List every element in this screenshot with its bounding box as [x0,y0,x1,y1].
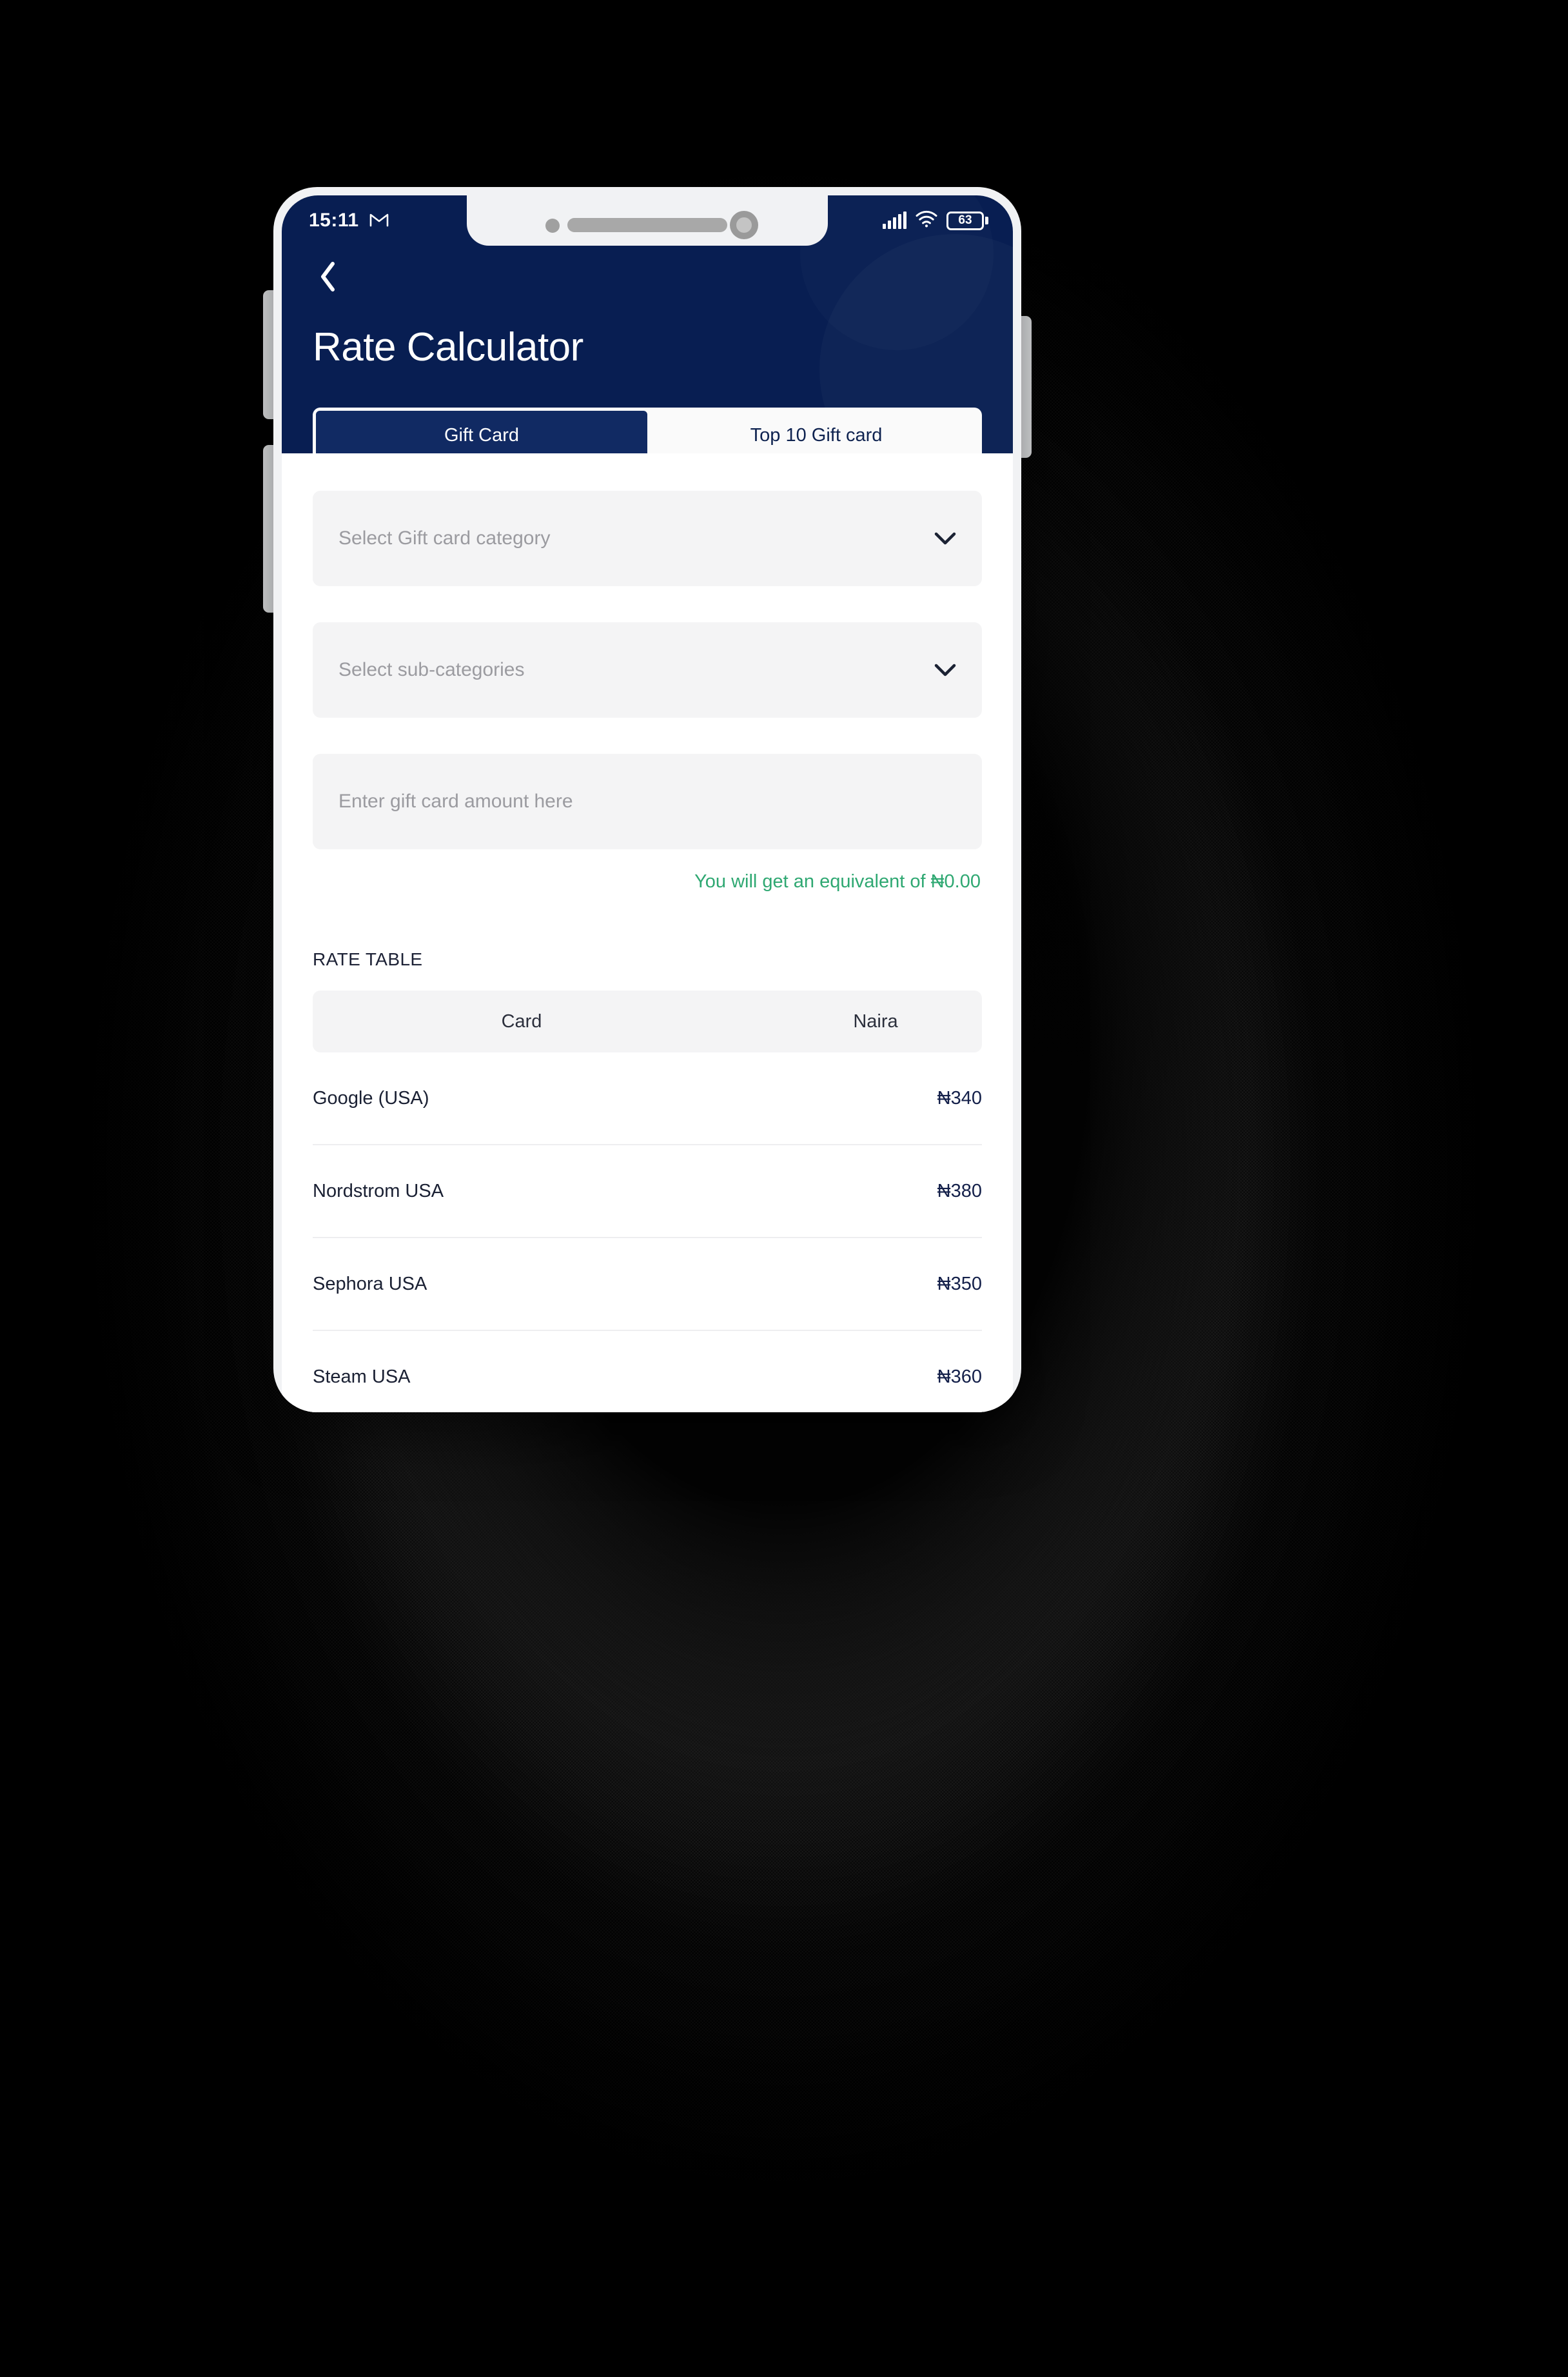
tab-gift-card-label: Gift Card [444,424,520,446]
rate-row-card-name: Google (USA) [313,1087,429,1109]
back-button[interactable] [310,260,346,296]
chevron-down-icon [934,528,956,549]
rate-table-section-label: RATE TABLE [313,949,423,969]
status-bar-right: 63 [883,210,991,231]
rate-row-naira-value: ₦350 [937,1273,982,1294]
earpiece-speaker [567,218,727,232]
table-row[interactable]: Google (USA) ₦340 [313,1052,982,1145]
gift-card-category-select[interactable]: Select Gift card category [313,491,982,586]
rate-row-card-name: Sephora USA [313,1273,427,1294]
rate-row-card-name: Nordstrom USA [313,1180,444,1201]
phone-mockup: 15:11 63 Rate Calculator Gift Card Top 1… [263,187,1032,1412]
gift-card-amount-input[interactable]: Enter gift card amount here [313,754,982,849]
sub-category-select[interactable]: Select sub-categories [313,622,982,718]
rate-row-naira-value: ₦340 [937,1087,982,1109]
equivalent-amount-text: You will get an equivalent of ₦0.00 [694,871,981,892]
tab-top-10-gift-card-label: Top 10 Gift card [750,424,883,446]
front-camera-icon [730,211,758,239]
table-row[interactable]: Sephora USA ₦350 [313,1238,982,1331]
cellular-signal-icon [883,212,906,229]
rate-row-naira-value: ₦380 [937,1180,982,1201]
rate-table-column-naira: Naira [853,1011,898,1032]
tab-gift-card[interactable]: Gift Card [313,408,651,453]
battery-level-text: 63 [946,211,984,230]
rate-table-header-row: Card Naira [313,991,982,1052]
chevron-down-icon [934,659,956,681]
table-row[interactable]: Nordstrom USA ₦380 [313,1145,982,1238]
tab-bar: Gift Card Top 10 Gift card [313,408,982,453]
main-content: Select Gift card category Select sub-cat… [282,453,1013,1412]
page-title: Rate Calculator [313,325,583,370]
chevron-left-icon [318,261,338,295]
table-row[interactable]: Steam USA ₦360 [313,1331,982,1412]
battery-icon: 63 [946,211,988,230]
phone-body: 15:11 63 Rate Calculator Gift Card Top 1… [273,187,1021,1412]
rate-table-column-card: Card [501,1011,542,1032]
gift-card-amount-placeholder: Enter gift card amount here [338,791,573,812]
sub-category-placeholder: Select sub-categories [338,659,525,680]
rate-row-naira-value: ₦360 [937,1366,982,1387]
wifi-icon [916,210,937,231]
tab-top-10-gift-card[interactable]: Top 10 Gift card [651,408,982,453]
gmail-m-icon [369,211,389,231]
rate-row-card-name: Steam USA [313,1366,411,1387]
back-row [282,246,1013,296]
status-bar-left: 15:11 [309,210,389,232]
status-bar-clock: 15:11 [309,210,359,231]
proximity-sensor-icon [545,219,560,233]
phone-screen: 15:11 63 Rate Calculator Gift Card Top 1… [282,195,1013,1412]
phone-notch [467,195,828,246]
gift-card-category-placeholder: Select Gift card category [338,528,551,549]
battery-cap [985,217,988,224]
